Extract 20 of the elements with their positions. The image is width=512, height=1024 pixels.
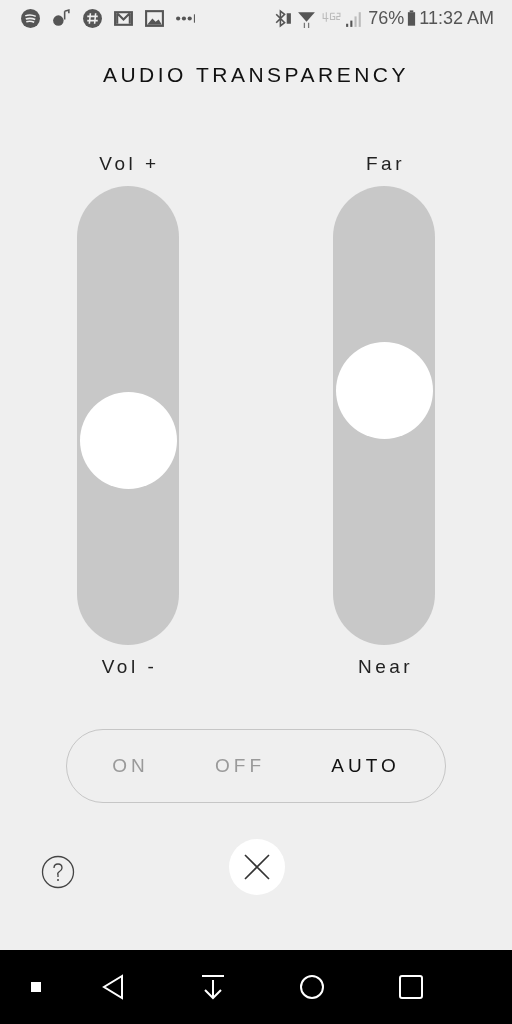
home-icon[interactable]: [299, 974, 325, 1000]
slider-label: Near: [356, 655, 414, 679]
battery-icon: [407, 8, 417, 28]
mode-option[interactable]: AUTO: [323, 749, 408, 783]
image-icon: [144, 7, 165, 29]
clock: 11:32 AM: [419, 7, 494, 29]
music-app-icon: [20, 7, 41, 29]
recent-apps-icon[interactable]: [398, 974, 424, 1000]
close-icon: [244, 854, 270, 880]
battery-percentage: 76%: [368, 7, 405, 29]
close-button[interactable]: [229, 839, 285, 895]
hash-app-icon: [82, 7, 103, 29]
mode-option[interactable]: ON: [104, 749, 157, 783]
mode-option[interactable]: OFF: [207, 749, 273, 783]
slider-label: Vol +: [98, 152, 160, 176]
help-icon[interactable]: [41, 855, 75, 889]
download-icon[interactable]: [200, 974, 226, 1000]
slider-label: Vol -: [100, 655, 158, 679]
slider-label: Far: [365, 152, 405, 176]
dialog-title: AUDIO TRANSPARENCY: [102, 62, 410, 88]
